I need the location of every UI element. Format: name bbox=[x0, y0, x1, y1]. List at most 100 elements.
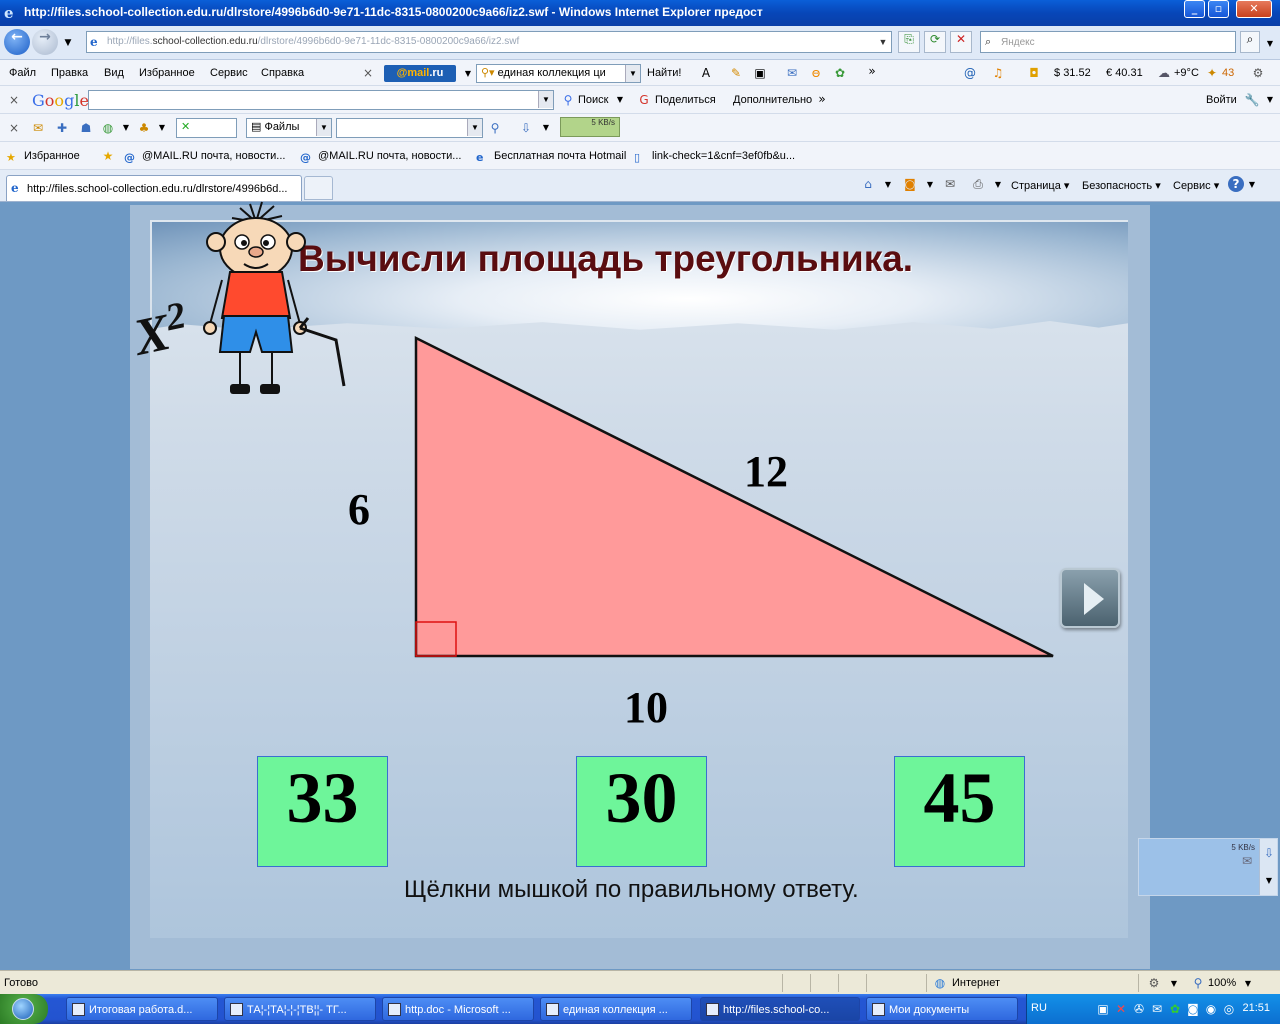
add-favorite-icon[interactable]: ★ bbox=[100, 148, 116, 164]
favorite-item[interactable]: e Бесплатная почта Hotmail bbox=[476, 150, 626, 165]
menu-help[interactable]: Справка bbox=[261, 67, 304, 79]
download-dropdown-icon[interactable]: ▼ bbox=[538, 120, 554, 136]
scroll-down-icon[interactable]: ▼ bbox=[1261, 873, 1277, 889]
mail-dropdown-icon[interactable]: ▼ bbox=[460, 66, 476, 82]
globe-dropdown-icon[interactable]: ▼ bbox=[118, 120, 134, 136]
minimize-button[interactable]: _ bbox=[1184, 0, 1205, 18]
close-extra-toolbar-icon[interactable]: × bbox=[6, 120, 22, 136]
favorite-item[interactable]: @ @MAIL.RU почта, новости... bbox=[300, 150, 461, 165]
next-button[interactable] bbox=[1060, 568, 1120, 628]
taskbar-item[interactable]: Итоговая работа.d... bbox=[66, 997, 218, 1021]
settings-icon[interactable]: ⚙ bbox=[1250, 65, 1266, 81]
google-search-input[interactable]: ▼ bbox=[88, 90, 554, 110]
menu-edit[interactable]: Правка bbox=[51, 67, 88, 79]
files-dropdown-icon[interactable]: ▼ bbox=[316, 119, 331, 136]
widget-scrollbar[interactable]: ⇩ ▼ bbox=[1259, 839, 1277, 895]
close-google-toolbar-icon[interactable]: × bbox=[6, 92, 22, 108]
mail-icon[interactable]: ✉ bbox=[942, 176, 958, 192]
favorite-item[interactable]: ▯ link-check=1&cnf=3ef0fb&u... bbox=[634, 150, 795, 165]
print-dropdown-icon[interactable]: ▼ bbox=[990, 177, 1006, 193]
home-icon[interactable]: ⌂ bbox=[860, 176, 876, 192]
start-button[interactable] bbox=[0, 994, 48, 1024]
mail-find-button[interactable]: Найти! bbox=[647, 67, 681, 79]
menu-favorites[interactable]: Избранное bbox=[139, 67, 195, 79]
zoom-dropdown-icon[interactable]: ▼ bbox=[1240, 976, 1256, 992]
globe-icon[interactable]: ◍ bbox=[100, 120, 116, 136]
envelope-icon[interactable]: ✉ bbox=[784, 65, 800, 81]
files-combo[interactable]: ▤ Файлы ▼ bbox=[246, 118, 332, 138]
language-indicator[interactable]: RU bbox=[1031, 1002, 1047, 1014]
mail-agent-icon[interactable]: ✉ bbox=[1149, 1001, 1165, 1017]
print-icon[interactable]: ⎙ bbox=[970, 176, 986, 192]
wrench-icon[interactable]: 🔧 bbox=[1244, 92, 1260, 108]
tools-menu[interactable]: Сервис ▾ bbox=[1173, 179, 1219, 192]
icq-icon[interactable]: ✿ bbox=[832, 65, 848, 81]
more-button[interactable]: Дополнительно bbox=[733, 94, 812, 106]
answer-option-30[interactable]: 30 bbox=[576, 756, 707, 867]
rss-icon[interactable]: ◙ bbox=[902, 176, 918, 192]
forward-button[interactable]: → bbox=[32, 29, 58, 55]
taskbar-item[interactable]: единая коллекция ... bbox=[540, 997, 692, 1021]
google-search-dropdown-icon[interactable]: ▼ bbox=[538, 91, 553, 108]
window-title-bar[interactable]: e http://files.school-collection.edu.ru/… bbox=[0, 0, 1280, 26]
page-menu[interactable]: Страница ▾ bbox=[1011, 179, 1069, 192]
files-search-input[interactable]: ▼ bbox=[336, 118, 483, 138]
music-icon[interactable]: ♫ bbox=[990, 65, 1006, 81]
search-input[interactable]: ⌕ Яндекс bbox=[980, 31, 1236, 53]
google-search-dropdown2-icon[interactable]: ▼ bbox=[612, 92, 628, 108]
security-menu[interactable]: Безопасность ▾ bbox=[1082, 179, 1161, 192]
users-icon[interactable]: ☗ bbox=[78, 120, 94, 136]
favorite-item[interactable]: @ @MAIL.RU почта, новости... bbox=[124, 150, 285, 165]
taskbar-item[interactable]: http.doc - Microsoft ... bbox=[382, 997, 534, 1021]
home-dropdown-icon[interactable]: ▼ bbox=[880, 177, 896, 193]
close-button[interactable]: ✕ bbox=[1236, 0, 1272, 18]
mail-at-icon[interactable]: @ bbox=[962, 65, 978, 81]
rss-dropdown-icon[interactable]: ▼ bbox=[922, 177, 938, 193]
toys-icon[interactable]: ♣ bbox=[136, 120, 152, 136]
icq-tray-icon[interactable]: ✿ bbox=[1167, 1001, 1183, 1017]
odnoklassniki-icon[interactable]: ꙫ bbox=[808, 65, 824, 81]
volume-icon[interactable]: ◉ bbox=[1203, 1001, 1219, 1017]
close-toolbar-icon[interactable]: × bbox=[360, 65, 376, 81]
add-icon[interactable]: ✚ bbox=[54, 120, 70, 136]
new-tab-button[interactable] bbox=[304, 176, 333, 200]
more-chevron-icon[interactable]: » bbox=[864, 63, 880, 79]
menu-view[interactable]: Вид bbox=[104, 67, 124, 79]
mail-search-dropdown-icon[interactable]: ▼ bbox=[625, 65, 640, 82]
refresh-icon[interactable]: ⟳ bbox=[924, 31, 946, 53]
wrench-dropdown-icon[interactable]: ▼ bbox=[1262, 92, 1278, 108]
answer-option-45[interactable]: 45 bbox=[894, 756, 1025, 867]
font-size-icon[interactable]: A bbox=[698, 65, 714, 81]
status-box[interactable]: ✕ bbox=[176, 118, 237, 138]
maximize-button[interactable]: ▫ bbox=[1208, 0, 1229, 18]
taskbar-item-active[interactable]: http://files.school-co... bbox=[700, 997, 860, 1021]
chat-icon[interactable]: ✉ bbox=[30, 120, 46, 136]
menu-file[interactable]: Файл bbox=[9, 67, 36, 79]
stop-icon[interactable]: ✕ bbox=[950, 31, 972, 53]
menu-tools[interactable]: Сервис bbox=[210, 67, 248, 79]
login-button[interactable]: Войти bbox=[1206, 94, 1237, 106]
files-search-icon[interactable]: ⚲ bbox=[487, 120, 503, 136]
files-search-dropdown-icon[interactable]: ▼ bbox=[467, 119, 482, 136]
mail-ru-logo[interactable]: @mail.ru bbox=[384, 65, 456, 82]
history-dropdown-icon[interactable]: ▼ bbox=[60, 35, 76, 51]
download-icon[interactable]: ⇩ bbox=[1261, 845, 1277, 861]
chat-tray-icon[interactable]: ◙ bbox=[1185, 1001, 1201, 1017]
antivirus-icon[interactable]: ✕ bbox=[1113, 1001, 1129, 1017]
taskbar-item[interactable]: ТА¦-¦ТА¦-¦-¦ТВ¦¦- ТГ... bbox=[224, 997, 376, 1021]
screen-icon[interactable]: ▣ bbox=[752, 65, 768, 81]
back-button[interactable]: ← bbox=[4, 29, 30, 55]
zoom-icon[interactable]: ⚲ bbox=[1190, 975, 1206, 991]
answer-option-33[interactable]: 33 bbox=[257, 756, 388, 867]
download-icon[interactable]: ⇩ bbox=[518, 120, 534, 136]
toys-dropdown-icon[interactable]: ▼ bbox=[154, 120, 170, 136]
money-icon[interactable]: ◘ bbox=[1026, 65, 1042, 81]
update-icon[interactable]: ◎ bbox=[1221, 1001, 1237, 1017]
tab-active[interactable]: e http://files.school-collection.edu.ru/… bbox=[6, 175, 302, 201]
download-widget[interactable]: 5 KB/s ✉ ⇩ ▼ bbox=[1138, 838, 1278, 896]
tool-icon[interactable]: ✇ bbox=[1131, 1001, 1147, 1017]
protected-mode-icon[interactable]: ⚙ bbox=[1146, 975, 1162, 991]
compatibility-icon[interactable]: ⎘ bbox=[898, 31, 920, 53]
mail-search-input[interactable]: ⚲▾ единая коллекция ци ▼ bbox=[476, 64, 641, 83]
address-dropdown-icon[interactable]: ▼ bbox=[877, 35, 889, 49]
